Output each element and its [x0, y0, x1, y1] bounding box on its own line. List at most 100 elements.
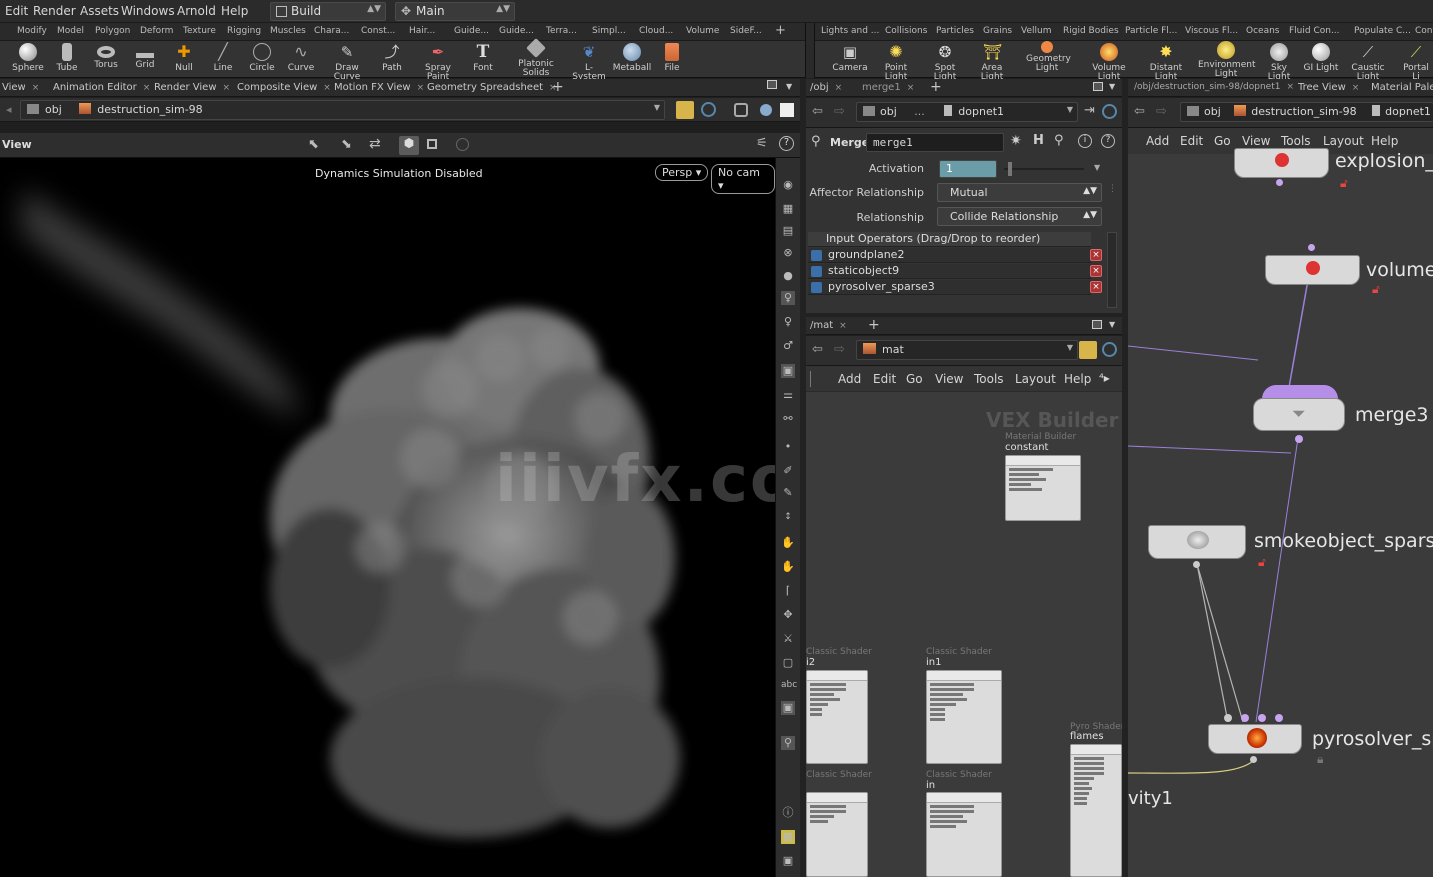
path-node[interactable]: destruction_sim-98 [97, 103, 202, 116]
tool-null[interactable]: ✚ Null [164, 43, 204, 73]
shelf-tab[interactable]: Rigging [227, 26, 261, 36]
input-connector[interactable] [1224, 714, 1232, 722]
light-icon[interactable]: ♀ [781, 291, 795, 305]
tool-font[interactable]: T Font [463, 43, 503, 73]
output-connector[interactable] [1250, 756, 1257, 763]
menu-add[interactable]: Add [838, 372, 861, 386]
tool-area-light[interactable]: ⛩ Area Light [971, 43, 1013, 82]
path-node[interactable]: dopnet1 [958, 105, 1004, 118]
remove-icon[interactable]: × [1090, 265, 1102, 277]
text-icon[interactable]: abc [781, 678, 797, 692]
pin-icon[interactable] [1079, 341, 1097, 359]
shelf-tab[interactable]: Particle Fl... [1125, 26, 1177, 36]
tab-tree-view[interactable]: Tree View × [1298, 82, 1359, 93]
shelf-tab[interactable]: Cont [1415, 26, 1433, 36]
persp-menu-button[interactable]: Persp ▾ [655, 164, 709, 181]
path-root[interactable]: obj [45, 103, 62, 116]
explosion-node[interactable] [1234, 148, 1329, 178]
menu-layout[interactable]: Layout [1015, 372, 1056, 386]
shelf-tab[interactable]: Polygon [95, 26, 130, 36]
tool-circle[interactable]: Circle [242, 43, 282, 73]
menu-arnold[interactable]: Arnold [177, 4, 216, 18]
link-icon[interactable] [1102, 104, 1117, 119]
tool-caustic-light[interactable]: ⟋ Caustic Light [1342, 43, 1394, 82]
smokeobject-node[interactable] [1148, 525, 1246, 559]
pointer-icon[interactable]: ♂ [781, 339, 795, 353]
mat-network-view[interactable]: Add Edit Go View Tools Layout Help ⁴▸ VE… [806, 366, 1125, 877]
menu-assets[interactable]: Assets [80, 4, 119, 18]
info-icon[interactable]: i [1078, 134, 1092, 148]
chevron-down-icon[interactable]: ▼ [786, 82, 792, 91]
tool-grid[interactable]: Grid [125, 43, 165, 70]
remove-icon[interactable]: × [1090, 281, 1102, 293]
pen-icon[interactable]: ✎ [781, 486, 795, 500]
activation-slider[interactable] [1004, 168, 1084, 170]
shader-node[interactable] [806, 792, 868, 877]
close-icon[interactable]: × [1352, 83, 1360, 93]
pane-menu-icon[interactable] [1093, 82, 1103, 91]
add-tab-icon[interactable]: + [868, 317, 880, 333]
chevron-down-icon[interactable]: ▼ [1067, 343, 1073, 352]
shelf-tab[interactable]: Muscles [270, 26, 306, 36]
box-select-icon[interactable] [427, 139, 437, 149]
lock-icon[interactable]: 🔒︎ [1317, 752, 1323, 767]
grab-icon[interactable]: ✋ [781, 560, 795, 574]
tool-gi-light[interactable]: GI Light [1301, 43, 1341, 73]
overflow-icon[interactable]: ⁴▸ [1099, 371, 1110, 385]
tool-spot-light[interactable]: ❂ Spot Light [924, 43, 966, 82]
tab-animation-editor[interactable]: Animation Editor × [53, 82, 150, 93]
shelf-tab[interactable]: Collisions [885, 26, 927, 36]
output-connector[interactable] [1276, 179, 1283, 186]
menu-tools[interactable]: Tools [974, 372, 1004, 386]
input-connector[interactable] [1258, 714, 1266, 722]
lock-icon[interactable]: ▤ [781, 224, 795, 238]
shelf-tab[interactable]: Lights and ... [821, 26, 879, 36]
output-connector[interactable] [1295, 435, 1303, 443]
slider-handle[interactable] [1008, 162, 1012, 176]
shelf-tab[interactable]: Texture [183, 26, 216, 36]
path-ellipsis[interactable]: ... [914, 105, 925, 118]
shelf-tab[interactable]: Volume [686, 26, 719, 36]
tool-metaball[interactable]: Metaball [612, 43, 652, 73]
tab-material-palette[interactable]: Material Palett [1371, 82, 1433, 93]
input-row[interactable]: pyrosolver_sparse3 × [808, 280, 1102, 295]
shelf-tab[interactable]: Guide... [499, 26, 534, 36]
camera-view-icon[interactable] [734, 103, 748, 117]
back-arrow-icon[interactable]: ⇦ [812, 104, 823, 119]
paint-icon[interactable]: ✋ [781, 536, 795, 550]
shelf-tab[interactable]: Particles [936, 26, 974, 36]
shelf-tab[interactable]: Oceans [1246, 26, 1279, 36]
menu-windows[interactable]: Windows [121, 4, 175, 18]
add-shelf-icon[interactable]: + [775, 23, 786, 38]
pin-icon[interactable] [676, 101, 694, 119]
info-icon[interactable]: ⓘ [781, 806, 795, 820]
shelf-tab[interactable]: Const... [361, 26, 395, 36]
tool-file[interactable]: File [652, 43, 692, 73]
transform-icon[interactable]: ⇄ [369, 136, 381, 152]
tab-merge[interactable]: merge1 × [862, 82, 914, 93]
tool-environment-light[interactable]: Environment Light [1198, 41, 1255, 79]
shelf-tab[interactable]: Chara... [314, 26, 349, 36]
unlock-icon[interactable]: 🔓︎ [1372, 282, 1380, 297]
output-connector[interactable] [1193, 561, 1200, 568]
scroll-grip-icon[interactable]: ⋮ [1108, 184, 1117, 204]
tool-platonic-solids[interactable]: Platonic Solids [514, 38, 558, 78]
shading-icon[interactable]: ● [781, 269, 795, 283]
pane-menu-icon[interactable] [767, 80, 777, 89]
affector-dropdown[interactable]: Mutual ▲▼ [937, 183, 1102, 202]
desktop-dropdown[interactable]: Build ▲▼ [270, 2, 386, 21]
tab-obj[interactable]: /obj × [810, 82, 842, 93]
close-icon[interactable]: × [1286, 82, 1294, 92]
close-icon[interactable]: × [839, 321, 847, 331]
tab-render-view[interactable]: Render View × [154, 82, 230, 93]
input-connector[interactable] [1308, 244, 1315, 251]
shelf-tab[interactable]: Deform [140, 26, 173, 36]
shelf-divider[interactable] [805, 23, 815, 78]
path-node[interactable]: mat [882, 343, 904, 356]
menu-edit[interactable]: Edit [873, 372, 896, 386]
pin-icon[interactable]: ⚲ [781, 736, 795, 750]
tool-tube[interactable]: Tube [47, 43, 87, 73]
chevron-down-icon[interactable]: ▼ [1067, 105, 1073, 114]
close-icon[interactable]: × [32, 83, 40, 93]
unlock-icon[interactable]: 🔓︎ [1340, 176, 1348, 191]
